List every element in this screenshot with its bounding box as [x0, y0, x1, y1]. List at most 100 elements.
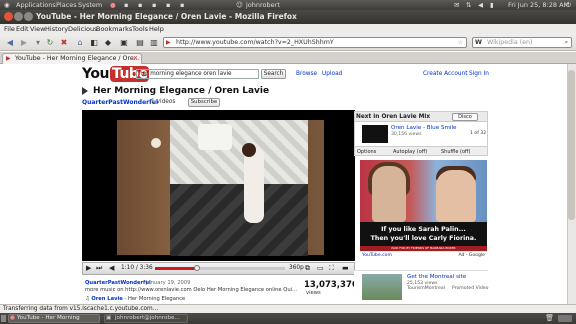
video-person-head — [242, 143, 256, 157]
user-icon: ☺ — [236, 1, 243, 9]
progress-knob[interactable] — [194, 265, 200, 271]
upload-link[interactable]: Upload — [322, 71, 342, 77]
ubuntu-logo-icon[interactable]: ◉ — [4, 1, 10, 9]
home-icon[interactable]: ⌂ — [74, 37, 86, 48]
reload-icon[interactable]: ↻ — [44, 37, 56, 48]
search-placeholder: Wikipedia (en) — [487, 39, 533, 46]
menu-bookmarks[interactable]: Bookmarks — [96, 25, 132, 33]
disco-button[interactable]: Disco — [452, 113, 478, 121]
url-bar[interactable]: ▶ http://www.youtube.com/watch?v=2_HXUhS… — [163, 37, 467, 48]
next-icon[interactable]: ⏭ — [96, 264, 102, 273]
video-pillow — [198, 124, 232, 150]
promoted-title[interactable]: Get the Montreal site — [407, 274, 466, 280]
youtube-search-input[interactable]: her morning elegance oren lavie — [136, 69, 259, 79]
uploader-link[interactable]: QuarterPastWonderful — [85, 280, 151, 286]
play-icon[interactable]: ▶ — [86, 264, 91, 272]
task-firefox[interactable]: ● YouTube - Her Morning — [8, 314, 100, 323]
scrollbar-thumb[interactable] — [568, 70, 575, 220]
trash-icon[interactable]: 🗑 — [545, 314, 554, 322]
close-window-icon[interactable] — [4, 12, 13, 21]
quality-selector[interactable]: 360p — [289, 265, 304, 271]
addon-icon[interactable]: ▤ — [134, 37, 146, 48]
promoted-thumbnail[interactable] — [362, 274, 402, 300]
places-menu[interactable]: Places — [56, 1, 77, 9]
app-launcher-icon[interactable]: ▪ — [166, 1, 170, 9]
menu-help[interactable]: Help — [149, 25, 164, 33]
menu-edit[interactable]: Edit — [16, 25, 29, 33]
search-icon[interactable]: ⌕ — [564, 38, 568, 47]
menu-delicious[interactable]: Delicious — [68, 25, 97, 33]
close-tab-icon[interactable]: ✕ — [133, 54, 138, 64]
wikipedia-icon[interactable]: W — [475, 38, 482, 47]
mix-item-title[interactable]: Oren Lavie - Blue Smile — [391, 125, 456, 131]
promoted-owner[interactable]: TourismMontreal — [407, 286, 445, 291]
popout-icon[interactable]: ⧉ — [305, 264, 310, 273]
app-launcher-icon[interactable]: ▪ — [152, 1, 156, 9]
mix-item-views: 30,156 views — [391, 132, 422, 137]
sign-in-link[interactable]: Sign In — [469, 71, 489, 77]
song-title: Her Morning Elegance — [127, 296, 186, 302]
stop-icon[interactable]: ✖ — [58, 37, 70, 48]
delicious-icon[interactable]: ◧ — [88, 37, 100, 48]
autoplay-toggle[interactable]: Autoplay (off) — [393, 149, 427, 155]
shuffle-toggle[interactable]: Shuffle (off) — [441, 149, 470, 155]
mail-icon[interactable]: ✉ — [454, 1, 459, 9]
window-titlebar[interactable]: YouTube - Her Morning Elegance / Oren La… — [0, 10, 576, 24]
upload-date: January 19, 2009 — [146, 280, 191, 286]
subscribe-button[interactable]: Subscribe — [188, 98, 220, 107]
menu-history[interactable]: History — [45, 25, 68, 33]
applications-menu[interactable]: Applications — [16, 1, 56, 9]
views-label: views — [306, 290, 321, 296]
battery-icon[interactable]: ▮ — [490, 1, 494, 9]
tab-youtube[interactable]: ▶ YouTube - Her Morning Elegance / Ore..… — [2, 53, 142, 64]
network-icon[interactable]: ⇅ — [466, 1, 471, 9]
create-account-link[interactable]: Create Account — [423, 71, 468, 77]
app-launcher-icon[interactable]: ▪ — [180, 1, 184, 9]
fullscreen-icon[interactable]: ⛶ — [329, 264, 334, 273]
video-description: more music on http://www.orenlavie.com O… — [85, 287, 298, 293]
volume-icon[interactable]: ◀ — [109, 264, 114, 272]
mix-thumbnail[interactable] — [362, 125, 388, 143]
clock[interactable]: Fri Jun 25, 8:28 AM — [508, 1, 569, 9]
firefox-launcher-icon[interactable]: ● — [110, 1, 116, 9]
ad-label[interactable]: Ad · Google — [458, 253, 485, 258]
bookmark-icon[interactable]: ▣ — [118, 37, 130, 48]
system-menu[interactable]: System — [78, 1, 102, 9]
menu-tools[interactable]: Tools — [132, 25, 148, 33]
browse-link[interactable]: Browse — [296, 71, 317, 77]
task-label: johnrobert@johnrobe... — [115, 315, 180, 321]
workspace-switcher-icon[interactable] — [558, 315, 572, 322]
app-launcher-icon[interactable]: ▪ — [138, 1, 142, 9]
addon-icon[interactable]: ▥ — [148, 37, 160, 48]
app-launcher-icon[interactable]: ▪ — [124, 1, 128, 9]
task-label: YouTube - Her Morning — [17, 315, 80, 321]
volume-icon[interactable]: ◀ — [478, 1, 483, 9]
artist-link[interactable]: Oren Lavie — [91, 296, 122, 302]
options-button[interactable]: Options — [357, 149, 376, 155]
power-icon[interactable]: ⏻ — [566, 1, 571, 10]
ad-source-link[interactable]: YouTube.com — [362, 253, 392, 258]
ad-footer: YouTube.com Ad · Google — [360, 252, 487, 259]
ad-portrait-right — [436, 170, 476, 222]
maximize-window-icon[interactable] — [24, 12, 33, 21]
menu-file[interactable]: File — [4, 25, 15, 33]
task-terminal[interactable]: ▣ johnrobert@johnrobe... — [104, 314, 188, 323]
channel-link[interactable]: QuarterPastWonderful — [82, 99, 158, 106]
site-favicon-icon: ▶ — [166, 39, 171, 46]
expand-arrow-icon[interactable] — [82, 87, 88, 95]
youtube-search-button[interactable]: Search — [261, 69, 286, 79]
username[interactable]: johnrobert — [246, 1, 280, 9]
dropdown-icon[interactable]: ▾ — [32, 37, 44, 48]
player-time: 1:10 / 3:36 — [121, 265, 153, 271]
menu-view[interactable]: View — [30, 25, 45, 33]
minimize-window-icon[interactable] — [14, 12, 23, 21]
youtube-mini-logo-icon[interactable]: ▬ — [342, 264, 349, 272]
tag-icon[interactable]: ◆ — [102, 37, 114, 48]
bookmark-star-icon[interactable]: ☆ — [457, 38, 463, 47]
video-bed-bottom — [170, 184, 308, 256]
forward-icon[interactable]: ▶ — [18, 37, 30, 48]
widescreen-icon[interactable]: ▭ — [317, 264, 324, 272]
search-engine-box[interactable]: W Wikipedia (en) ⌕ — [472, 37, 572, 48]
show-desktop-icon[interactable] — [1, 315, 6, 322]
back-icon[interactable]: ◀ — [4, 37, 16, 48]
